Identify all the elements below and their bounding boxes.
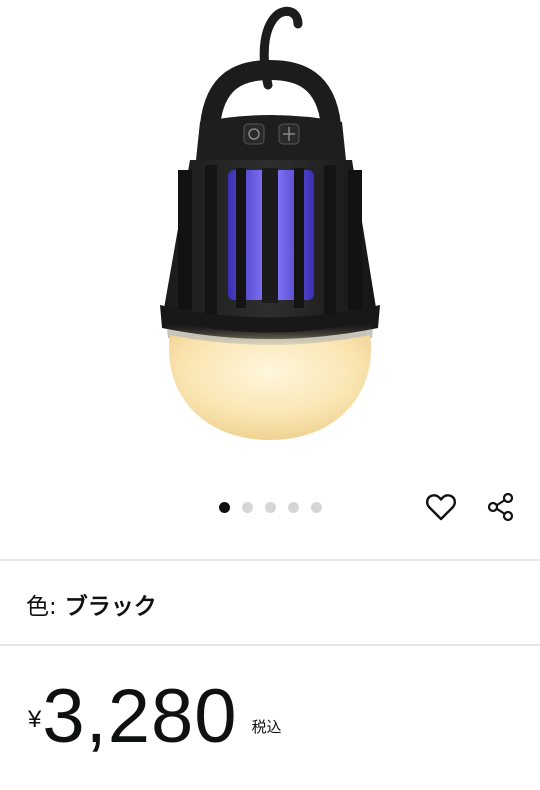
tax-note: 税込 bbox=[251, 718, 282, 736]
variant-value: ブラック bbox=[64, 594, 157, 620]
divider bbox=[0, 644, 540, 646]
carousel-dot-3[interactable] bbox=[264, 501, 276, 513]
favorite-button[interactable] bbox=[421, 487, 461, 527]
share-button[interactable] bbox=[481, 487, 521, 527]
price-amount: 3,280 bbox=[42, 674, 238, 759]
carousel-dot-2[interactable] bbox=[241, 501, 253, 513]
color-variant[interactable]: 色: ブラック bbox=[26, 580, 157, 628]
carousel-dot-5[interactable] bbox=[310, 501, 322, 513]
carousel-dot-4[interactable] bbox=[287, 501, 299, 513]
heart-icon bbox=[426, 494, 456, 521]
divider bbox=[0, 559, 540, 561]
carousel-dot-1[interactable] bbox=[218, 501, 230, 513]
currency-symbol: ¥ bbox=[28, 706, 42, 733]
price: ¥ 3,280 税込 bbox=[28, 672, 282, 762]
share-icon bbox=[487, 492, 514, 522]
variant-label: 色: bbox=[26, 594, 57, 620]
product-image[interactable] bbox=[0, 0, 540, 485]
lantern-image bbox=[160, 6, 380, 440]
